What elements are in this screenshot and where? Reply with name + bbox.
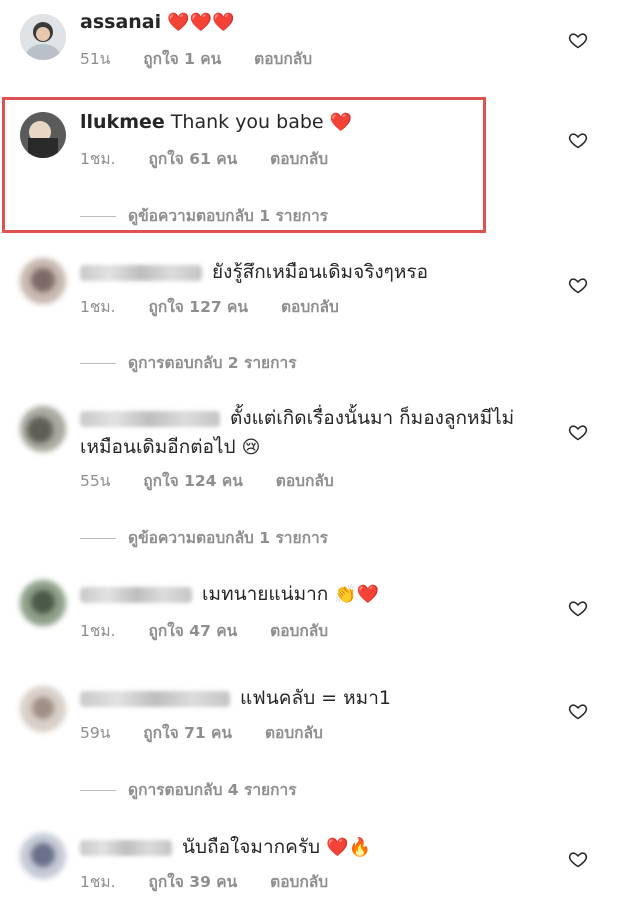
comment-body: นับถือใจมากครับ — [182, 836, 321, 858]
blurred-username[interactable] — [80, 264, 202, 281]
reply-button[interactable]: ตอบกลับ — [281, 298, 339, 316]
heart-outline-icon[interactable] — [568, 849, 588, 869]
view-replies-button[interactable]: ดูข้อความตอบกลับ 1 รายการ — [80, 525, 328, 550]
comment-text: ยังรู้สึกเหมือนเดิมจริงๆหรอ — [80, 258, 550, 286]
replies-divider — [80, 790, 116, 791]
view-replies-button[interactable]: ดูการตอบกลับ 2 รายการ — [80, 350, 297, 375]
comment-meta: 55น ถูกใจ 124 คน ตอบกลับ — [80, 471, 362, 491]
reply-button[interactable]: ตอบกลับ — [276, 472, 334, 490]
comment-text: ตั้งแต่เกิดเรื่องนั้นมา ก็มองลูกหมีไม่ — [80, 404, 550, 432]
likes-count[interactable]: ถูกใจ 1 คน — [143, 50, 221, 68]
view-replies-button[interactable]: ดูข้อความตอบกลับ 1 รายการ — [80, 203, 328, 228]
replies-divider — [80, 538, 116, 539]
avatar[interactable] — [20, 112, 66, 158]
reply-button[interactable]: ตอบกลับ — [254, 50, 312, 68]
blurred-username[interactable] — [80, 586, 192, 603]
heart-outline-icon[interactable] — [568, 130, 588, 150]
avatar[interactable] — [20, 833, 66, 879]
avatar[interactable] — [20, 14, 66, 60]
comment-emojis: 👏❤️ — [334, 584, 380, 605]
likes-count[interactable]: ถูกใจ 61 คน — [148, 150, 237, 168]
heart-outline-icon[interactable] — [568, 701, 588, 721]
comment-body: ตั้งแต่เกิดเรื่องนั้นมา ก็มองลูกหมีไม่ — [230, 407, 515, 429]
view-replies-label: ดูการตอบกลับ 4 รายการ — [128, 781, 297, 799]
comment-text-line2: เหมือนเดิมอีกต่อไป 😢 — [80, 433, 550, 462]
comment-time: 59น — [80, 724, 111, 742]
comment-meta: 1ชม. ถูกใจ 39 คน ตอบกลับ — [80, 872, 356, 892]
reply-button[interactable]: ตอบกลับ — [270, 150, 328, 168]
comment-body: เมทนายแน่มาก — [202, 583, 329, 605]
comment-body: ยังรู้สึกเหมือนเดิมจริงๆหรอ — [212, 261, 429, 283]
heart-outline-icon[interactable] — [568, 422, 588, 442]
comment-emojis: 😢 — [241, 437, 261, 458]
comment-username[interactable]: llukmee — [80, 111, 165, 133]
reply-button[interactable]: ตอบกลับ — [270, 622, 328, 640]
comment-meta: 51น ถูกใจ 1 คน ตอบกลับ — [80, 49, 340, 69]
likes-count[interactable]: ถูกใจ 71 คน — [143, 724, 232, 742]
comment-time: 51น — [80, 50, 111, 68]
comment-body-cont: เหมือนเดิมอีกต่อไป — [80, 436, 236, 458]
comment-text: assanai ❤️❤️❤️ — [80, 8, 550, 37]
replies-divider — [80, 363, 116, 364]
view-replies-label: ดูการตอบกลับ 2 รายการ — [128, 354, 297, 372]
comment-meta: 1ชม. ถูกใจ 61 คน ตอบกลับ — [80, 149, 356, 169]
reply-button[interactable]: ตอบกลับ — [270, 873, 328, 891]
likes-count[interactable]: ถูกใจ 47 คน — [148, 622, 237, 640]
avatar[interactable] — [20, 258, 66, 304]
comment-emojis: ❤️❤️❤️ — [167, 12, 235, 33]
likes-count[interactable]: ถูกใจ 39 คน — [148, 873, 237, 891]
reply-button[interactable]: ตอบกลับ — [265, 724, 323, 742]
comment-meta: 59น ถูกใจ 71 คน ตอบกลับ — [80, 723, 351, 743]
comment-body: Thank you babe — [170, 111, 324, 133]
blurred-username[interactable] — [80, 410, 220, 427]
comment-time: 1ชม. — [80, 298, 116, 316]
avatar[interactable] — [20, 580, 66, 626]
heart-outline-icon[interactable] — [568, 275, 588, 295]
comment-username[interactable]: assanai — [80, 11, 161, 33]
comment-text: llukmee Thank you babe ❤️ — [80, 108, 550, 137]
comment-time: 1ชม. — [80, 873, 116, 891]
avatar[interactable] — [20, 686, 66, 732]
comment-time: 1ชม. — [80, 150, 116, 168]
comment-emojis: ❤️ — [329, 112, 353, 133]
comment-text: แฟนคลับ = หมา1 — [80, 684, 550, 712]
avatar[interactable] — [20, 406, 66, 452]
comment-emojis: ❤️🔥 — [326, 837, 371, 858]
blurred-username[interactable] — [80, 839, 172, 856]
likes-count[interactable]: ถูกใจ 124 คน — [143, 472, 243, 490]
view-replies-label: ดูข้อความตอบกลับ 1 รายการ — [128, 529, 329, 547]
likes-count[interactable]: ถูกใจ 127 คน — [148, 298, 248, 316]
comment-text: นับถือใจมากครับ ❤️🔥 — [80, 833, 550, 862]
comment-text: เมทนายแน่มาก 👏❤️ — [80, 580, 550, 609]
view-replies-label: ดูข้อความตอบกลับ 1 รายการ — [128, 207, 329, 225]
heart-outline-icon[interactable] — [568, 598, 588, 618]
comment-time: 1ชม. — [80, 622, 116, 640]
replies-divider — [80, 216, 116, 217]
comment-body: แฟนคลับ = หมา1 — [240, 687, 391, 709]
comment-meta: 1ชม. ถูกใจ 47 คน ตอบกลับ — [80, 621, 356, 641]
comment-time: 55น — [80, 472, 111, 490]
view-replies-button[interactable]: ดูการตอบกลับ 4 รายการ — [80, 777, 297, 802]
comment-meta: 1ชม. ถูกใจ 127 คน ตอบกลับ — [80, 297, 367, 317]
heart-outline-icon[interactable] — [568, 30, 588, 50]
blurred-username[interactable] — [80, 690, 230, 707]
